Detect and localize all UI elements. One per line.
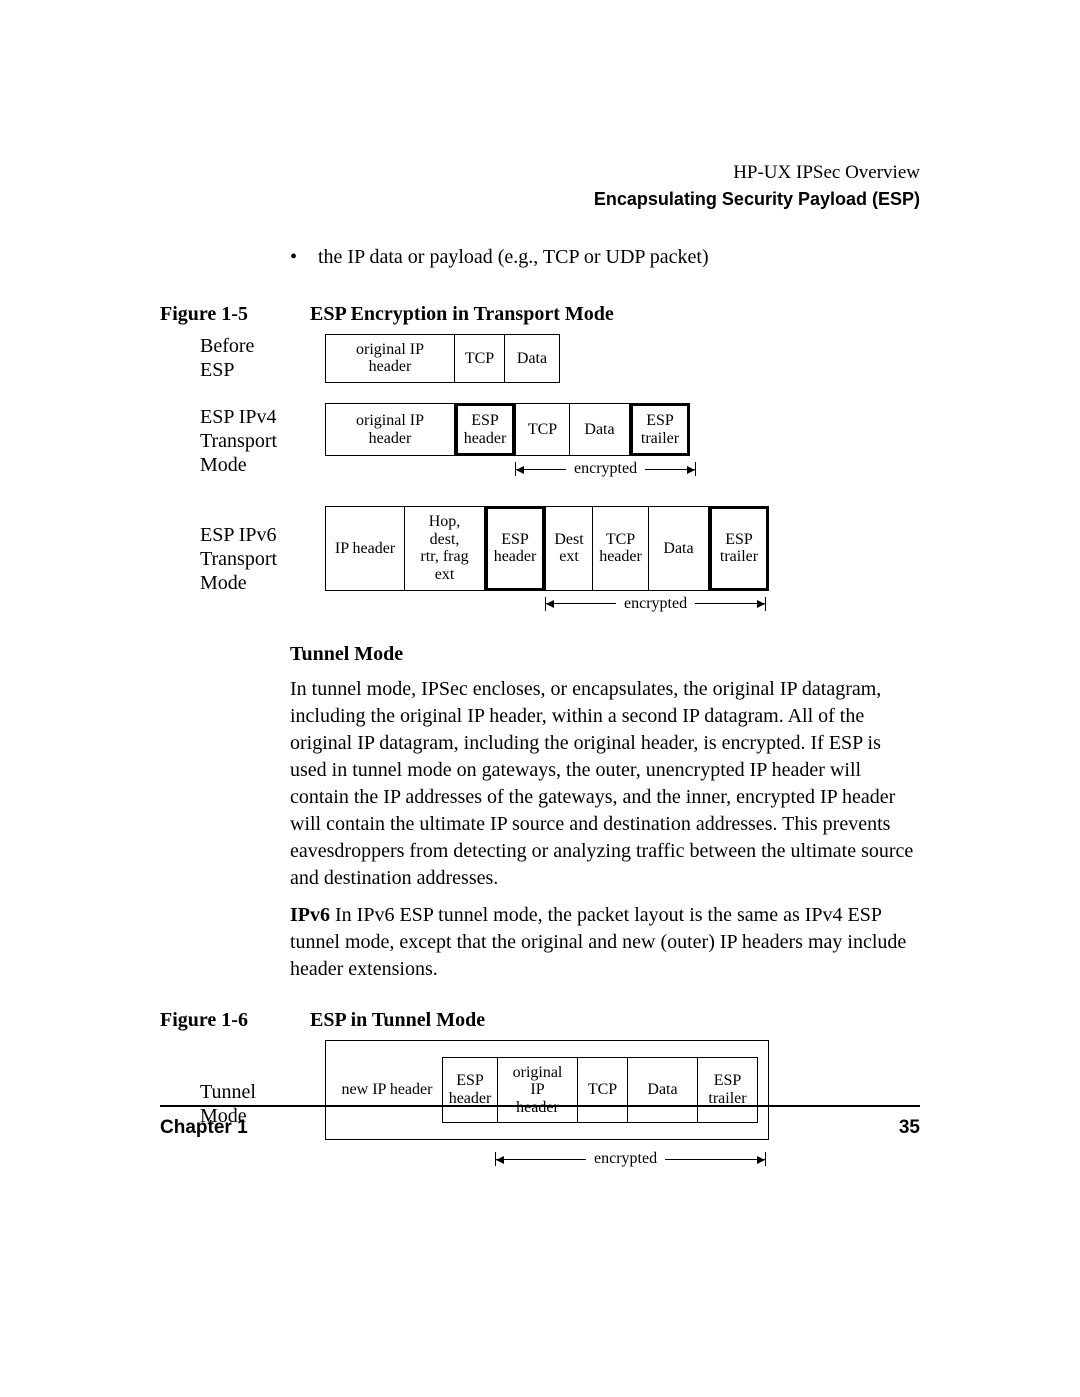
figure-number: Figure 1-6 [160,1009,310,1032]
arrow-left-icon [516,469,566,470]
tunnel-mode-heading: Tunnel Mode [160,643,920,666]
arrow-left-icon [496,1159,586,1160]
range-bar-icon [695,462,696,476]
pkt-box: TCP [455,334,505,383]
arrow-right-icon [695,603,765,604]
figure-title: ESP in Tunnel Mode [310,1009,920,1032]
pkt-box: ESP trailer [709,506,769,590]
running-header: HP-UX IPSec Overview Encapsulating Secur… [160,160,920,212]
page-number: 35 [899,1117,920,1139]
pkt-box: Dest ext [545,506,593,590]
range-bar-icon [765,597,766,611]
esp-ipv6-row: ESP IPv6 Transport Mode IP header Hop, d… [160,506,920,612]
pkt-box: ESP header [442,1057,498,1124]
encrypted-text: encrypted [586,1150,665,1168]
pkt-box: ESP header [455,403,515,456]
pkt-box: TCP [578,1057,628,1124]
doc-title: HP-UX IPSec Overview [160,160,920,187]
pkt-box: Data [649,506,709,590]
esp-ipv6-boxes: IP header Hop, dest, rtr, frag ext ESP h… [325,506,769,590]
pkt-box: ESP trailer [630,403,690,456]
ipv6-para-text: In IPv6 ESP tunnel mode, the packet layo… [290,904,906,980]
before-esp-row: Before ESP original IP header TCP Data [160,334,920,383]
tunnel-mode-row: Tunnel Mode new IP header ESP header ori… [160,1040,920,1169]
figure-1-6-diagram: Tunnel Mode new IP header ESP header ori… [160,1040,920,1169]
before-esp-label: Before ESP [160,334,325,382]
bullet-item: • the IP data or payload (e.g., TCP or U… [160,246,920,269]
pkt-box: ESP header [485,506,545,590]
encrypted-text: encrypted [616,595,695,613]
pkt-box: ESP trailer [698,1057,758,1124]
tunnel-mode-paragraph: In tunnel mode, IPSec encloses, or encap… [160,676,920,892]
encrypted-range: encrypted [495,1150,769,1168]
esp-ipv4-boxwrap: original IP header ESP header TCP Data E… [325,403,696,478]
ipv6-prefix: IPv6 [290,904,330,926]
esp-ipv4-boxes: original IP header ESP header TCP Data E… [325,403,696,456]
before-esp-boxes: original IP header TCP Data [325,334,560,383]
encrypted-range: encrypted [515,460,696,478]
arrow-left-icon [546,603,616,604]
figure-1-6-header: Figure 1-6 ESP in Tunnel Mode [160,1009,920,1032]
tunnel-mode-boxwrap: new IP header ESP header original IP hea… [325,1040,769,1169]
pkt-box: TCP header [593,506,649,590]
bullet-dot-icon: • [290,246,318,269]
encrypted-range: encrypted [545,595,769,613]
esp-ipv6-boxwrap: IP header Hop, dest, rtr, frag ext ESP h… [325,506,769,612]
pkt-box: new IP header [332,1057,442,1124]
pkt-box: IP header [325,506,405,590]
page: HP-UX IPSec Overview Encapsulating Secur… [0,0,1080,1397]
range-bar-icon [765,1152,766,1166]
esp-ipv6-label: ESP IPv6 Transport Mode [160,523,325,595]
pkt-box: original IP header [325,403,455,456]
bullet-text: the IP data or payload (e.g., TCP or UDP… [318,246,709,269]
pkt-box: Hop, dest, rtr, frag ext [405,506,485,590]
figure-title: ESP Encryption in Transport Mode [310,303,920,326]
pkt-box: Data [505,334,560,383]
section-title: Encapsulating Security Payload (ESP) [160,187,920,212]
footer-rule [160,1105,920,1107]
arrow-right-icon [665,1159,765,1160]
pkt-box: Data [570,403,630,456]
pkt-box: Data [628,1057,698,1124]
esp-ipv4-row: ESP IPv4 Transport Mode original IP head… [160,403,920,478]
figure-1-5-diagram: Before ESP original IP header TCP Data E… [160,334,920,613]
figure-1-5-header: Figure 1-5 ESP Encryption in Transport M… [160,303,920,326]
encrypted-text: encrypted [566,460,645,478]
page-footer: Chapter 1 35 [160,1117,920,1139]
arrow-right-icon [645,469,695,470]
esp-ipv4-label: ESP IPv4 Transport Mode [160,405,325,477]
pkt-box: TCP [515,403,570,456]
chapter-label: Chapter 1 [160,1117,248,1139]
pkt-box: original IP header [498,1057,578,1124]
figure-number: Figure 1-5 [160,303,310,326]
ipv6-paragraph: IPv6 In IPv6 ESP tunnel mode, the packet… [160,902,920,983]
pkt-box: original IP header [325,334,455,383]
